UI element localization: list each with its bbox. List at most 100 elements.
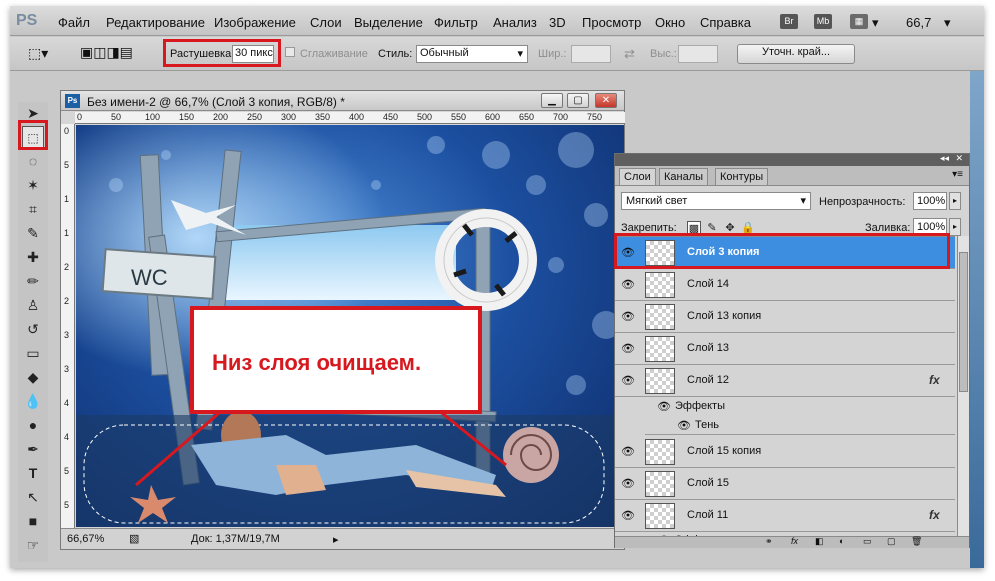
opacity-input[interactable]: 100% xyxy=(913,192,947,210)
ruler-tick-label: 5 xyxy=(64,466,70,476)
tab-paths[interactable]: Контуры xyxy=(715,168,769,185)
fx-icon[interactable]: fx xyxy=(929,508,940,522)
maximize-button[interactable]: ▢ xyxy=(567,93,589,108)
mini-bridge-button[interactable]: Mb xyxy=(814,14,832,29)
shadow-row[interactable]: 👁 Тень xyxy=(645,417,955,435)
refine-edge-button[interactable]: Уточн. край... xyxy=(737,44,855,64)
close-panel-icon[interactable]: ✕ xyxy=(955,153,963,164)
panel-menu-icon[interactable]: ▾≡ xyxy=(952,169,963,180)
healing-brush-icon[interactable]: ✚ xyxy=(22,246,44,268)
status-zoom[interactable]: 66,67% xyxy=(67,533,104,545)
layer-row[interactable]: 👁 Слой 14 xyxy=(615,269,955,301)
close-button[interactable]: ✕ xyxy=(595,93,617,108)
ruler-tick-label: 500 xyxy=(417,112,433,122)
path-select-icon[interactable]: ↖ xyxy=(22,486,44,508)
layer-row[interactable]: 👁 Слой 13 xyxy=(615,333,955,365)
stamp-tool-icon[interactable]: ♙ xyxy=(22,294,44,316)
view-extras-icon[interactable]: ▦ xyxy=(850,14,868,29)
bridge-button[interactable]: Br xyxy=(780,14,798,29)
selection-mode-icons[interactable]: ▣◫◨▤ xyxy=(80,44,133,61)
hand-tool-icon[interactable]: ☞ xyxy=(22,534,44,556)
ps-logo: PS xyxy=(16,12,38,29)
fill-arrow[interactable]: ▸ xyxy=(949,218,961,236)
fx-icon[interactable]: fx xyxy=(929,373,940,387)
scroll-thumb[interactable] xyxy=(959,252,968,392)
shape-tool-icon[interactable]: ■ xyxy=(22,510,44,532)
layer-row[interactable]: 👁 Слой 13 копия xyxy=(615,301,955,333)
style-select[interactable]: Обычный ▾ xyxy=(416,45,528,63)
history-brush-icon[interactable]: ↺ xyxy=(22,318,44,340)
effects-label: Эффекты xyxy=(675,400,726,412)
chevron-down-icon[interactable]: ▾ xyxy=(872,15,879,31)
trash-icon[interactable]: 🗑 xyxy=(911,536,922,547)
ruler-tick-label: 300 xyxy=(281,112,297,122)
eye-icon[interactable]: 👁 xyxy=(621,310,635,324)
feather-label: Растушевка: xyxy=(170,48,235,60)
layer-row[interactable]: 👁 Слой 11 fx xyxy=(615,500,955,532)
marquee-preset-icon[interactable]: ⬚▾ xyxy=(28,45,48,62)
blur-tool-icon[interactable]: 💧 xyxy=(22,390,44,412)
eye-icon[interactable]: 👁 xyxy=(621,374,635,388)
layer-row[interactable]: 👁 Слой 15 копия xyxy=(615,436,955,468)
eye-icon[interactable]: 👁 xyxy=(657,400,671,413)
menu-3d[interactable]: 3D xyxy=(549,15,566,30)
eyedropper-icon[interactable]: ✎ xyxy=(22,222,44,244)
eraser-tool-icon[interactable]: ▭ xyxy=(22,342,44,364)
menu-select[interactable]: Выделение xyxy=(354,15,423,30)
brush-tool-icon[interactable]: ✏ xyxy=(22,270,44,292)
menu-analysis[interactable]: Анализ xyxy=(493,15,537,30)
zoom-level[interactable]: 66,7 xyxy=(906,15,931,30)
background-image-edge xyxy=(970,71,984,568)
width-input[interactable] xyxy=(571,45,611,63)
bucket-tool-icon[interactable]: ◆ xyxy=(22,366,44,388)
eye-icon[interactable]: 👁 xyxy=(621,445,635,459)
tab-layers[interactable]: Слои xyxy=(619,168,656,185)
blend-mode-select[interactable]: Мягкий свет ▾ xyxy=(621,192,811,210)
type-tool-icon[interactable]: T xyxy=(22,462,44,484)
menu-edit[interactable]: Редактирование xyxy=(106,15,205,30)
eye-icon[interactable]: 👁 xyxy=(621,278,635,292)
tab-channels[interactable]: Каналы xyxy=(659,168,709,185)
menu-layer[interactable]: Слои xyxy=(310,15,342,30)
eye-icon[interactable]: 👁 xyxy=(677,419,691,432)
adjustment-icon[interactable]: ◐ xyxy=(839,536,844,546)
layers-tab-strip: Слои Каналы Контуры ▾≡ xyxy=(615,166,969,186)
layers-scrollbar[interactable] xyxy=(957,236,969,536)
feather-input[interactable]: 30 пикс xyxy=(232,45,274,63)
status-arrow-icon[interactable]: ▸ xyxy=(333,533,339,546)
swap-icon[interactable]: ⇄ xyxy=(624,46,635,62)
antialias-checkbox[interactable] xyxy=(285,47,295,57)
group-icon[interactable]: ▭ xyxy=(863,536,872,547)
menu-help[interactable]: Справка xyxy=(700,15,751,30)
pen-tool-icon[interactable]: ✒ xyxy=(22,438,44,460)
mask-icon[interactable]: ◧ xyxy=(815,536,824,547)
collapse-icon[interactable]: ◂◂ xyxy=(940,153,949,164)
menu-filter[interactable]: Фильтр xyxy=(434,15,478,30)
new-layer-icon[interactable]: ▢ xyxy=(887,536,896,547)
style-label: Стиль: xyxy=(378,48,413,60)
minimize-button[interactable]: ▁ xyxy=(541,93,563,108)
menu-file[interactable]: Файл xyxy=(58,15,90,30)
link-layers-icon[interactable]: ⚭ xyxy=(765,536,773,547)
layer-row[interactable]: 👁 Слой 15 xyxy=(615,468,955,500)
effects-row[interactable]: 👁 Эффекты xyxy=(645,398,955,416)
eye-icon[interactable]: 👁 xyxy=(621,477,635,491)
menu-image[interactable]: Изображение xyxy=(214,15,296,30)
dodge-tool-icon[interactable]: ● xyxy=(22,414,44,436)
lasso-tool-icon[interactable]: ◌ xyxy=(22,150,44,172)
eye-icon[interactable]: 👁 xyxy=(621,342,635,356)
add-style-icon[interactable]: fx xyxy=(791,536,798,546)
magic-wand-icon[interactable]: ✶ xyxy=(22,174,44,196)
crop-tool-icon[interactable]: ⌗ xyxy=(22,198,44,220)
status-icon[interactable]: ▧ xyxy=(129,532,139,545)
ruler-tick-label: 0 xyxy=(77,112,83,122)
ruler-tick-label: 4 xyxy=(64,398,70,408)
ruler-tick-label: 750 xyxy=(587,112,603,122)
chevron-down-icon[interactable]: ▾ xyxy=(944,15,951,31)
opacity-arrow[interactable]: ▸ xyxy=(949,192,961,210)
layer-row[interactable]: 👁 Слой 12 fx xyxy=(615,365,955,397)
menu-window[interactable]: Окно xyxy=(655,15,685,30)
eye-icon[interactable]: 👁 xyxy=(621,509,635,523)
menu-view[interactable]: Просмотр xyxy=(582,15,641,30)
height-input[interactable] xyxy=(678,45,718,63)
